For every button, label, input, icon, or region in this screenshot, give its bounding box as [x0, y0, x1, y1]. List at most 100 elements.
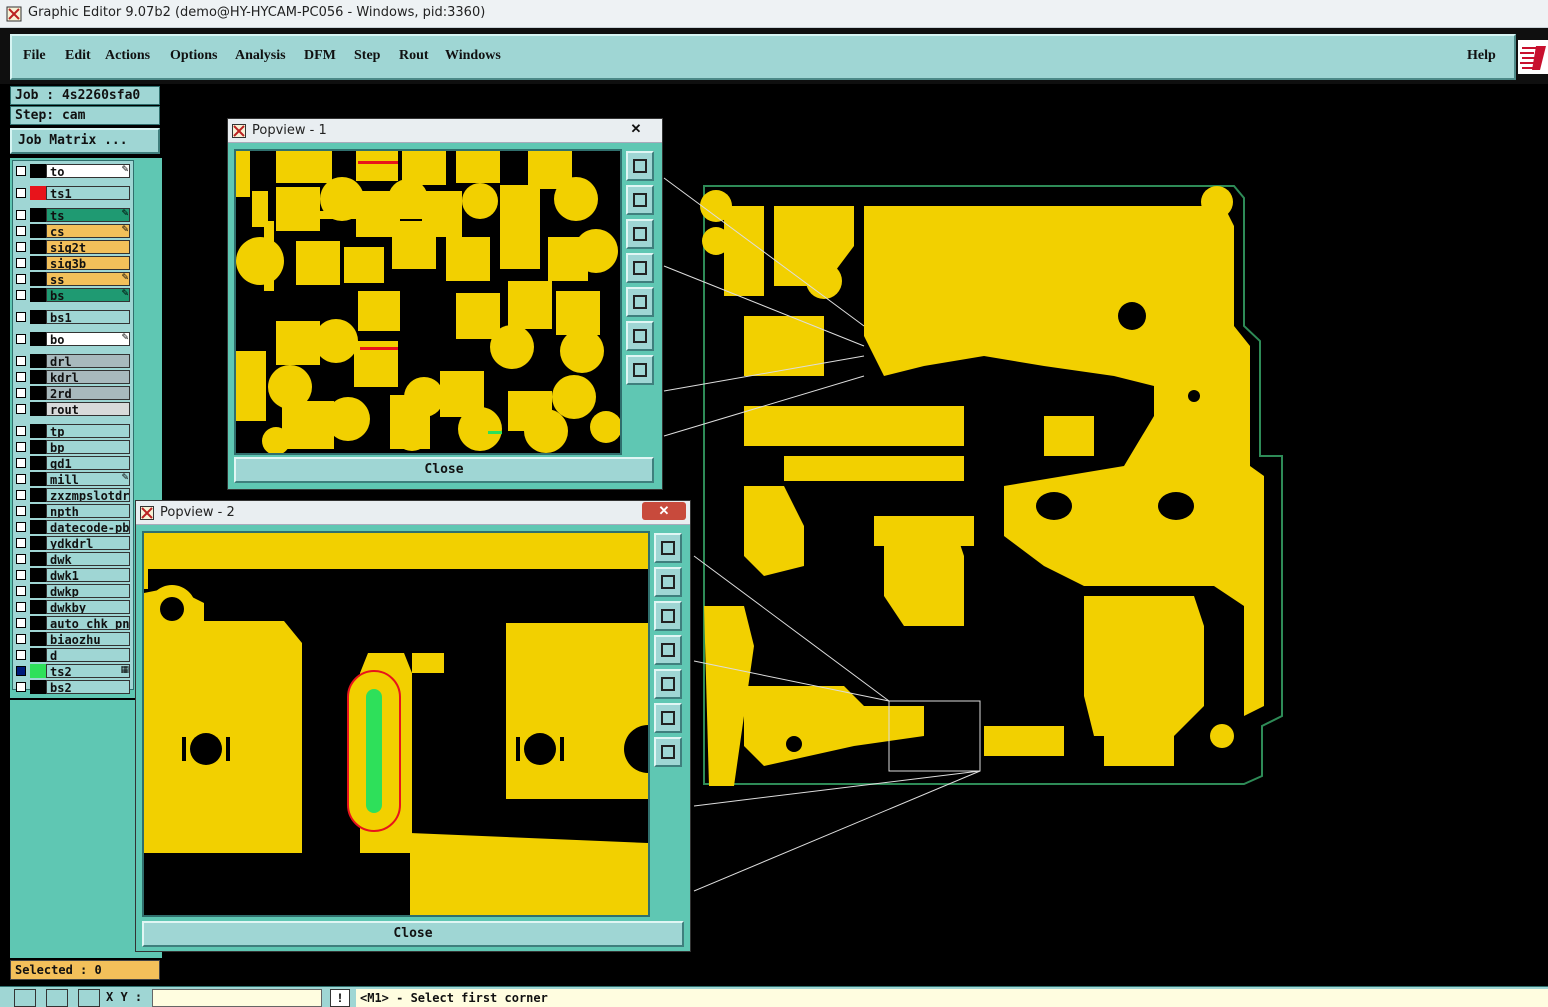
- menu-rout[interactable]: Rout: [399, 48, 429, 64]
- layer-name[interactable]: ss: [46, 272, 130, 286]
- popview-1-pan-right-icon[interactable]: [626, 287, 654, 317]
- popview-2-close-icon[interactable]: ✕: [642, 502, 686, 520]
- layer-row-to[interactable]: to ✎: [14, 164, 132, 178]
- layer-color-swatch[interactable]: [30, 370, 46, 384]
- layer-checkbox[interactable]: [16, 166, 26, 176]
- popview-2-pan-up-icon[interactable]: [654, 567, 682, 597]
- layer-row-dwkp[interactable]: dwkp: [14, 584, 132, 598]
- layer-name[interactable]: mill: [46, 472, 130, 486]
- layer-name[interactable]: bo: [46, 332, 130, 346]
- layer-name[interactable]: ts: [46, 208, 130, 222]
- menu-help[interactable]: Help: [1467, 48, 1496, 64]
- layer-checkbox[interactable]: [16, 334, 26, 344]
- layer-color-swatch[interactable]: [30, 186, 46, 200]
- grid-tool-icon[interactable]: [78, 989, 100, 1007]
- layer-color-swatch[interactable]: [30, 472, 46, 486]
- layer-row-bs1[interactable]: bs1: [14, 310, 132, 324]
- layer-color-swatch[interactable]: [30, 402, 46, 416]
- menu-dfm[interactable]: DFM: [304, 48, 336, 64]
- layer-row-ts1[interactable]: ts1: [14, 186, 132, 200]
- layer-row-rout[interactable]: rout: [14, 402, 132, 416]
- layer-name[interactable]: d: [46, 648, 130, 662]
- layer-color-swatch[interactable]: [30, 164, 46, 178]
- layer-name[interactable]: auto_chk_pnl: [46, 616, 130, 630]
- layer-checkbox[interactable]: [16, 522, 26, 532]
- layer-checkbox[interactable]: [16, 426, 26, 436]
- layer-color-swatch[interactable]: [30, 600, 46, 614]
- layer-color-swatch[interactable]: [30, 632, 46, 646]
- layer-color-swatch[interactable]: [30, 456, 46, 470]
- measure-tool-icon[interactable]: [46, 989, 68, 1007]
- layer-color-swatch[interactable]: [30, 680, 46, 694]
- layer-name[interactable]: dwkby: [46, 600, 130, 614]
- layer-row-bo[interactable]: bo ✎: [14, 332, 132, 346]
- layer-name[interactable]: dwkp: [46, 584, 130, 598]
- popview-2-pan-right-icon[interactable]: [654, 669, 682, 699]
- popview-1-view[interactable]: [234, 149, 622, 455]
- layer-row-biaozhu[interactable]: biaozhu: [14, 632, 132, 646]
- layer-row-ts[interactable]: ts ✎: [14, 208, 132, 222]
- layer-row-d[interactable]: d: [14, 648, 132, 662]
- layer-checkbox[interactable]: [16, 474, 26, 484]
- menu-edit[interactable]: Edit: [65, 48, 91, 64]
- layer-checkbox[interactable]: [16, 242, 26, 252]
- warning-button[interactable]: !: [330, 989, 350, 1007]
- layer-name[interactable]: bp: [46, 440, 130, 454]
- layer-name[interactable]: npth: [46, 504, 130, 518]
- xy-input[interactable]: [152, 989, 322, 1007]
- layer-row-kdrl[interactable]: kdrl: [14, 370, 132, 384]
- layer-color-swatch[interactable]: [30, 332, 46, 346]
- layer-color-swatch[interactable]: [30, 504, 46, 518]
- layer-name[interactable]: 2rd: [46, 386, 130, 400]
- layer-name[interactable]: rout: [46, 402, 130, 416]
- layer-checkbox[interactable]: [16, 258, 26, 268]
- layer-checkbox[interactable]: [16, 210, 26, 220]
- menu-options[interactable]: Options: [170, 48, 217, 64]
- popview-1-pan-left-icon[interactable]: [626, 253, 654, 283]
- layer-color-swatch[interactable]: [30, 616, 46, 630]
- layer-color-swatch[interactable]: [30, 584, 46, 598]
- layer-name[interactable]: biaozhu: [46, 632, 130, 646]
- layer-row-bs[interactable]: bs ✎: [14, 288, 132, 302]
- layer-checkbox[interactable]: [16, 666, 26, 676]
- job-matrix-button[interactable]: Job Matrix ...: [10, 128, 160, 154]
- popview-1-close-icon[interactable]: ✕: [614, 120, 658, 138]
- layer-name[interactable]: cs: [46, 224, 130, 238]
- layer-checkbox[interactable]: [16, 274, 26, 284]
- layer-name[interactable]: datecode-pbo: [46, 520, 130, 534]
- layer-name[interactable]: zxzmpslotdrl: [46, 488, 130, 502]
- popview-2-zoom-icon[interactable]: [654, 533, 682, 563]
- popview-2-pan-left-icon[interactable]: [654, 635, 682, 665]
- menu-step[interactable]: Step: [354, 48, 380, 64]
- layer-color-swatch[interactable]: [30, 648, 46, 662]
- layer-name[interactable]: to: [46, 164, 130, 178]
- layer-name[interactable]: sig3b: [46, 256, 130, 270]
- layer-row-dwk[interactable]: dwk: [14, 552, 132, 566]
- layer-checkbox[interactable]: [16, 586, 26, 596]
- layer-checkbox[interactable]: [16, 618, 26, 628]
- layer-color-swatch[interactable]: [30, 240, 46, 254]
- layer-color-swatch[interactable]: [30, 354, 46, 368]
- popview-2-view[interactable]: [142, 531, 650, 917]
- layer-color-swatch[interactable]: [30, 386, 46, 400]
- layer-name[interactable]: dwk: [46, 552, 130, 566]
- layer-name[interactable]: tp: [46, 424, 130, 438]
- popview-1-zoom-out-icon[interactable]: [626, 355, 654, 385]
- layer-color-swatch[interactable]: [30, 568, 46, 582]
- layer-checkbox[interactable]: [16, 290, 26, 300]
- layer-row-sig3b[interactable]: sig3b: [14, 256, 132, 270]
- layer-checkbox[interactable]: [16, 188, 26, 198]
- layer-row-ydkdrl[interactable]: ydkdrl: [14, 536, 132, 550]
- layer-color-swatch[interactable]: [30, 256, 46, 270]
- layer-color-swatch[interactable]: [30, 488, 46, 502]
- layer-row-bp[interactable]: bp: [14, 440, 132, 454]
- layer-checkbox[interactable]: [16, 570, 26, 580]
- layer-name[interactable]: dwk1: [46, 568, 130, 582]
- layer-color-swatch[interactable]: [30, 224, 46, 238]
- popview-2-zoom-in-icon[interactable]: [654, 703, 682, 733]
- layer-name[interactable]: ts2: [46, 664, 130, 678]
- layer-checkbox[interactable]: [16, 356, 26, 366]
- layer-row-zxzmpslotdrl[interactable]: zxzmpslotdrl: [14, 488, 132, 502]
- layer-checkbox[interactable]: [16, 602, 26, 612]
- layer-checkbox[interactable]: [16, 226, 26, 236]
